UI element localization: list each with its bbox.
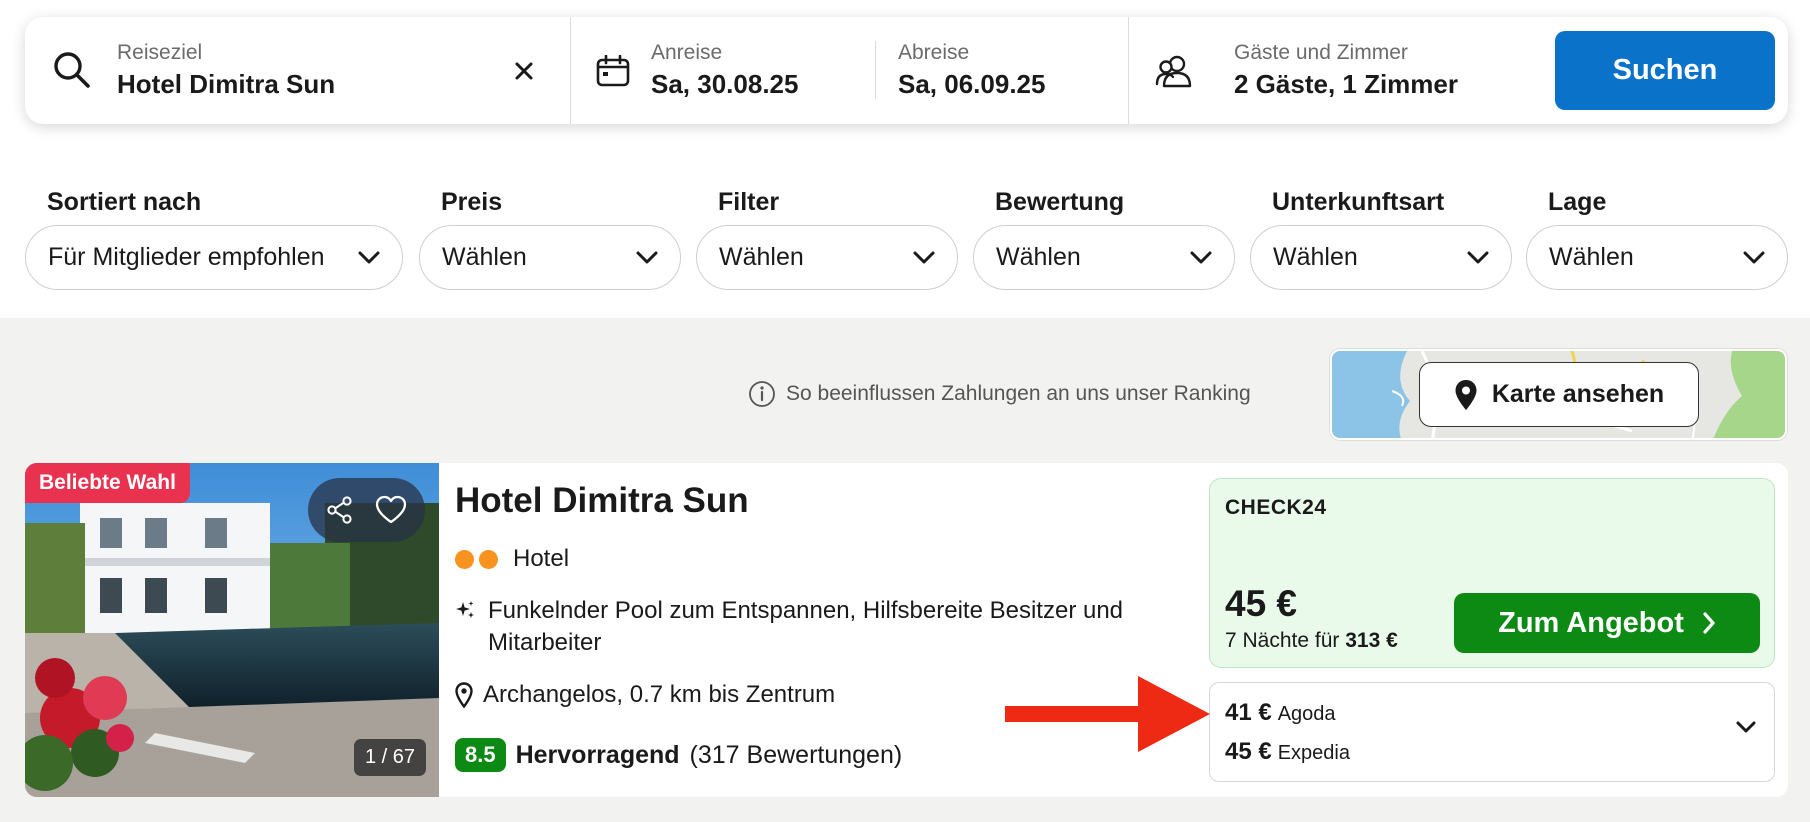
hotel-rating[interactable]: 8.5 Hervorragend (317 Bewertungen) <box>455 738 902 772</box>
checkin-field[interactable]: Anreise Sa, 30.08.25 <box>571 17 899 124</box>
location-text: Archangelos, 0.7 km bis Zentrum <box>483 681 836 708</box>
filter-accommodation-type: Unterkunftsart Wählen <box>1250 188 1512 290</box>
best-deal-box: CHECK24 45 € 7 Nächte für 313 € Zum Ange… <box>1209 478 1775 668</box>
photo-actions <box>308 478 425 542</box>
filter-label: Preis <box>441 188 503 216</box>
chevron-down-icon <box>636 251 658 263</box>
accommodation-type-dropdown[interactable]: Wählen <box>1250 225 1512 290</box>
checkin-value: Sa, 30.08.25 <box>651 69 799 99</box>
sparkle-icon <box>456 601 474 618</box>
sort-dropdown[interactable]: Für Mitglieder empfohlen <box>25 225 403 290</box>
info-icon <box>749 381 775 407</box>
share-icon[interactable] <box>325 495 355 525</box>
other-offer-row: 41 € Agoda <box>1225 699 1336 727</box>
chevron-down-icon <box>1467 251 1489 263</box>
chevron-right-icon <box>1703 612 1715 634</box>
search-button[interactable]: Suchen <box>1555 31 1775 110</box>
filter-sort: Sortiert nach Für Mitglieder empfohlen <box>25 188 403 290</box>
calendar-icon <box>596 55 630 87</box>
hotel-location: Archangelos, 0.7 km bis Zentrum <box>455 681 835 709</box>
filter-price: Preis Wählen <box>419 188 681 290</box>
destination-label: Reiseziel <box>117 41 203 64</box>
hotel-name[interactable]: Hotel Dimitra Sun <box>455 481 749 521</box>
nights-text: 7 Nächte für <box>1225 629 1340 652</box>
filter-filter: Filter Wählen <box>696 188 958 290</box>
view-map-button[interactable]: Karte ansehen <box>1419 362 1699 427</box>
price-dropdown[interactable]: Wählen <box>419 225 681 290</box>
rating-dropdown[interactable]: Wählen <box>973 225 1235 290</box>
filter-dropdown[interactable]: Wählen <box>696 225 958 290</box>
search-bar: Reiseziel Hotel Dimitra Sun Anreise Sa, … <box>25 17 1788 124</box>
hotel-highlight: Funkelnder Pool zum Entspannen, Hilfsber… <box>455 595 1195 659</box>
map-pin-icon <box>1455 379 1477 410</box>
highlight-text: Funkelnder Pool zum Entspannen, Hilfsber… <box>488 597 1124 656</box>
view-offer-label: Zum Angebot <box>1498 606 1684 639</box>
photo-count: 1 / 67 <box>354 739 427 776</box>
guests-value: 2 Gäste, 1 Zimmer <box>1234 69 1458 99</box>
dropdown-value: Wählen <box>996 243 1081 271</box>
chevron-down-icon <box>1743 251 1765 263</box>
location-dropdown[interactable]: Wählen <box>1526 225 1788 290</box>
offer-provider: Expedia <box>1277 742 1350 764</box>
guests-icon <box>1155 55 1192 88</box>
hotel-card[interactable]: Beliebte Wahl 1 / 67 Hotel Dimitra Sun H… <box>25 463 1788 797</box>
deal-nights: 7 Nächte für 313 € <box>1225 629 1398 653</box>
review-count: (317 Bewertungen) <box>689 740 903 769</box>
category-dot-icon <box>455 549 474 569</box>
dropdown-value: Wählen <box>442 243 527 271</box>
rating-word: Hervorragend <box>515 740 680 769</box>
deal-provider: CHECK24 <box>1225 496 1327 519</box>
filter-label: Bewertung <box>995 188 1125 216</box>
clear-icon[interactable] <box>514 61 534 81</box>
chevron-down-icon <box>1190 251 1212 263</box>
deal-price: 45 € <box>1225 583 1298 624</box>
ranking-info-link[interactable]: So beeinflussen Zahlungen an uns unser R… <box>748 380 1251 408</box>
destination-value: Hotel Dimitra Sun <box>117 69 336 99</box>
location-pin-icon <box>455 682 473 708</box>
filter-location: Lage Wählen <box>1526 188 1788 290</box>
checkout-value: Sa, 06.09.25 <box>898 69 1046 99</box>
offer-price: 45 € <box>1225 738 1272 765</box>
chevron-down-icon <box>913 251 935 263</box>
guests-label: Gäste und Zimmer <box>1234 41 1408 64</box>
hotel-photo[interactable]: Beliebte Wahl 1 / 67 <box>25 463 439 797</box>
hotel-type-label: Hotel <box>513 545 570 572</box>
offer-price: 41 € <box>1225 699 1272 726</box>
filter-label: Filter <box>718 188 780 216</box>
checkout-field[interactable]: Abreise Sa, 06.09.25 <box>876 17 1128 124</box>
checkout-label: Abreise <box>898 41 970 64</box>
nights-total: 313 € <box>1345 629 1398 652</box>
dropdown-value: Wählen <box>1549 243 1634 271</box>
heart-icon[interactable] <box>374 495 408 525</box>
guests-field[interactable]: Gäste und Zimmer 2 Gäste, 1 Zimmer <box>1129 17 1539 124</box>
popular-choice-badge: Beliebte Wahl <box>25 463 190 503</box>
destination-field[interactable]: Reiseziel Hotel Dimitra Sun <box>25 17 570 124</box>
dropdown-value: Wählen <box>1273 243 1358 271</box>
annotation-arrow-icon <box>1005 676 1210 752</box>
chevron-down-icon <box>358 251 380 263</box>
other-offers-dropdown[interactable]: 41 € Agoda 45 € Expedia <box>1209 682 1775 782</box>
filter-label: Unterkunftsart <box>1272 188 1445 216</box>
search-icon <box>54 52 90 88</box>
checkin-label: Anreise <box>651 41 723 64</box>
other-offer-row: 45 € Expedia <box>1225 738 1350 766</box>
view-map-label: Karte ansehen <box>1491 380 1665 408</box>
filter-label: Lage <box>1548 188 1607 216</box>
ranking-note-text: So beeinflussen Zahlungen an uns unser R… <box>786 382 1251 405</box>
dropdown-value: Wählen <box>719 243 804 271</box>
category-dot-icon <box>479 549 498 569</box>
filter-rating: Bewertung Wählen <box>973 188 1235 290</box>
chevron-down-icon <box>1736 721 1756 733</box>
filter-label: Sortiert nach <box>47 188 202 216</box>
offer-provider: Agoda <box>1277 703 1336 725</box>
hotel-type: Hotel <box>455 545 569 573</box>
rating-score: 8.5 <box>455 738 506 772</box>
dropdown-value: Für Mitglieder empfohlen <box>48 243 325 271</box>
view-offer-button[interactable]: Zum Angebot <box>1454 593 1760 653</box>
